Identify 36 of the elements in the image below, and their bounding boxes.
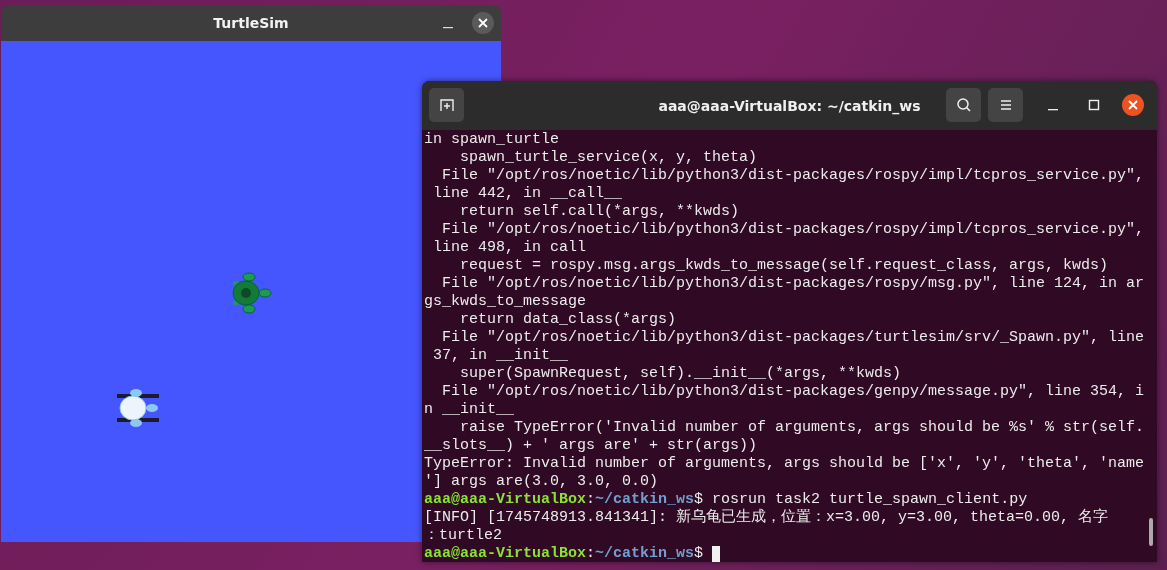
close-icon[interactable]	[472, 12, 494, 34]
terminal-line: File "/opt/ros/noetic/lib/python3/dist-packages/turtlesim/srv/_Spawn.py", line	[441, 329, 1145, 347]
terminal-line: n __init__	[424, 401, 514, 419]
terminal-line: 37, in __init__	[432, 347, 569, 365]
terminal-line: [INFO] [1745748913.841341]: 新乌龟已生成，位置：x=3.00, y=3.00, theta=0.00, 名字	[424, 509, 1109, 527]
prompt-line: aaa@aaa-VirtualBox:~/catkin_ws$	[424, 545, 705, 562]
prompt-line: aaa@aaa-VirtualBox:~/catkin_ws$ rosrun task2 turtle_spawn_client.py	[424, 491, 1028, 508]
terminal-line: __slots__) + ' args are' + str(args))	[424, 437, 758, 455]
terminal-line: File "/opt/ros/noetic/lib/python3/dist-packages/rospy/msg.py", line 124, in ar	[441, 275, 1145, 293]
terminal-line: line 498, in call	[432, 239, 587, 257]
new-tab-button[interactable]	[429, 88, 464, 122]
terminal-line: return data_class(*args)	[459, 311, 677, 329]
terminal-line: raise TypeError('Invalid number of arguments, args should be %s' % str(self.	[459, 419, 1145, 437]
terminal-line: File "/opt/ros/noetic/lib/python3/dist-packages/rospy/impl/tcpros_service.py",	[441, 221, 1145, 239]
new-tab-icon	[438, 97, 455, 113]
close-icon[interactable]	[1122, 94, 1144, 116]
terminal-line: request = rospy.msg.args_kwds_to_message(self.request_class, args, kwds)	[459, 257, 1109, 275]
terminal-line: in spawn_turtle	[424, 131, 560, 149]
search-button[interactable]	[946, 88, 981, 122]
turtle-drawing	[114, 386, 162, 430]
terminal-line: line 442, in __call__	[432, 185, 623, 203]
window-title: aaa@aaa-VirtualBox: ~/catkin_ws	[658, 97, 921, 114]
terminal-line: '] args are(3.0, 3.0, 0.0)	[424, 473, 659, 491]
terminal-line: super(SpawnRequest, self).__init__(*args, **kwds)	[459, 365, 902, 383]
terminal-line: return self.call(*args, **kwds)	[459, 203, 740, 221]
terminal-line: TypeError: Invalid number of arguments, args should be ['x', 'y', 'theta', 'name	[424, 455, 1145, 473]
terminal-line: gs_kwds_to_message	[424, 293, 587, 311]
terminal-line: ：turtle2	[424, 527, 502, 545]
window-title: TurtleSim	[213, 15, 289, 31]
scrollbar[interactable]	[1149, 518, 1153, 546]
menu-button[interactable]	[988, 88, 1023, 122]
terminal-line: spawn_turtle_service(x, y, theta)	[459, 149, 758, 167]
search-icon	[955, 97, 972, 113]
terminal-line: File "/opt/ros/noetic/lib/python3/dist-packages/genpy/message.py", line 354, i	[441, 383, 1145, 401]
terminal-line: File "/opt/ros/noetic/lib/python3/dist-packages/rospy/impl/tcpros_service.py",	[441, 167, 1145, 185]
maximize-icon[interactable]	[1088, 99, 1100, 111]
